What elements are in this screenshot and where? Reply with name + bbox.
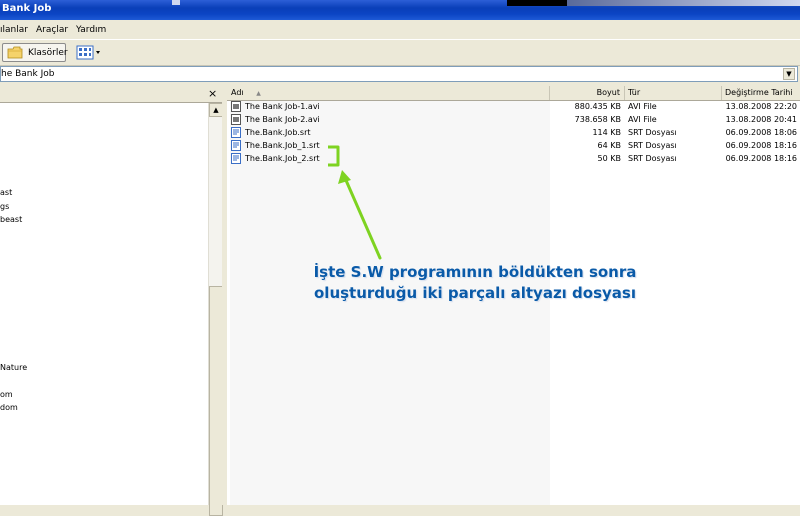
file-modified: 06.09.2008 18:06 <box>725 128 797 137</box>
title-bar: Bank Job <box>0 0 800 20</box>
srt-file-icon <box>231 127 241 138</box>
file-type: SRT Dosyası <box>628 141 677 150</box>
toolbar: Klasörler <box>0 40 800 66</box>
tree-item[interactable]: beast <box>0 215 22 224</box>
scroll-up-button[interactable]: ▲ <box>209 103 223 117</box>
file-row[interactable]: The.Bank.Job_1.srt 64 KB SRT Dosyası 06.… <box>227 140 800 153</box>
file-type: AVI File <box>628 115 657 124</box>
column-header-name-label: Adı <box>231 88 244 97</box>
folder-icon <box>7 46 23 59</box>
tree-item[interactable]: om <box>0 390 13 399</box>
close-icon[interactable]: × <box>208 88 217 100</box>
title-bar-decoration <box>567 0 800 6</box>
folders-button[interactable]: Klasörler <box>2 43 68 62</box>
views-button[interactable] <box>74 43 102 62</box>
file-size: 738.658 KB <box>574 115 621 124</box>
file-row[interactable]: The Bank Job-1.avi 880.435 KB AVI File 1… <box>227 101 800 114</box>
title-bar-decoration <box>172 0 180 5</box>
address-value: he Bank Job <box>1 69 55 79</box>
tree-item[interactable]: Nature <box>0 363 27 372</box>
file-size: 50 KB <box>597 154 621 163</box>
file-size: 64 KB <box>597 141 621 150</box>
address-bar: he Bank Job ▼ <box>0 66 800 83</box>
avi-file-icon <box>231 114 241 125</box>
column-header-modified[interactable]: Değiştirme Tarihi <box>722 86 800 100</box>
column-header-size[interactable]: Boyut <box>550 86 625 100</box>
file-size: 114 KB <box>592 128 621 137</box>
address-input[interactable]: he Bank Job ▼ <box>0 66 798 82</box>
file-type: SRT Dosyası <box>628 154 677 163</box>
avi-file-icon <box>231 101 241 112</box>
file-row[interactable]: The.Bank.Job.srt 114 KB SRT Dosyası 06.0… <box>227 127 800 140</box>
file-type: AVI File <box>628 102 657 111</box>
annotation-text: İşte S.W programının böldükten sonra olu… <box>310 262 640 304</box>
menu-item-tools[interactable]: Araçlar <box>36 25 68 35</box>
file-type: SRT Dosyası <box>628 128 677 137</box>
file-name: The Bank Job-2.avi <box>245 115 320 124</box>
file-row[interactable]: The.Bank.Job_2.srt 50 KB SRT Dosyası 06.… <box>227 153 800 166</box>
file-name: The Bank Job-1.avi <box>245 102 320 111</box>
column-header-type[interactable]: Tür <box>625 86 722 100</box>
column-header-row: Adı ▲ Boyut Tür Değiştirme Tarihi <box>227 86 800 101</box>
menu-item-help[interactable]: Yardım <box>76 25 106 35</box>
folders-scrollbar[interactable]: ▲ <box>208 103 223 516</box>
views-icon <box>76 45 100 60</box>
annotation-line-2: oluşturduğu iki parçalı altyazı dosyası <box>314 284 636 302</box>
file-modified: 13.08.2008 22:20 <box>725 102 797 111</box>
tree-item[interactable]: dom <box>0 403 18 412</box>
folders-button-label: Klasörler <box>28 48 68 58</box>
file-name: The.Bank.Job_1.srt <box>245 141 320 150</box>
file-modified: 06.09.2008 18:16 <box>725 141 797 150</box>
file-row[interactable]: The Bank Job-2.avi 738.658 KB AVI File 1… <box>227 114 800 127</box>
srt-file-icon <box>231 153 241 164</box>
tree-item[interactable]: gs <box>0 202 9 211</box>
annotation-line-1: İşte S.W programının böldükten sonra <box>313 263 637 281</box>
folders-pane-header: × <box>0 86 222 103</box>
menu-bar: ılanlar Araçlar Yardım <box>0 20 800 40</box>
srt-file-icon <box>231 140 241 151</box>
chevron-up-icon: ▲ <box>213 106 219 114</box>
address-dropdown-button[interactable]: ▼ <box>783 68 795 80</box>
tree-item[interactable]: ast <box>0 188 12 197</box>
chevron-down-icon: ▼ <box>786 70 792 78</box>
scrollbar-thumb[interactable] <box>209 286 223 516</box>
column-header-name[interactable]: Adı ▲ <box>227 86 550 100</box>
sort-ascending-icon: ▲ <box>256 90 261 97</box>
annotation-arrow-icon <box>328 145 382 260</box>
file-modified: 06.09.2008 18:16 <box>725 154 797 163</box>
file-modified: 13.08.2008 20:41 <box>725 115 797 124</box>
file-name: The.Bank.Job.srt <box>245 128 311 137</box>
file-size: 880.435 KB <box>574 102 621 111</box>
folders-pane: × ast gs beast Nature om dom ▲ <box>0 86 223 516</box>
window-title: Bank Job <box>2 3 52 14</box>
file-name: The.Bank.Job_2.srt <box>245 154 320 163</box>
title-bar-decoration <box>507 0 567 6</box>
menu-item-favorites[interactable]: ılanlar <box>0 25 28 35</box>
